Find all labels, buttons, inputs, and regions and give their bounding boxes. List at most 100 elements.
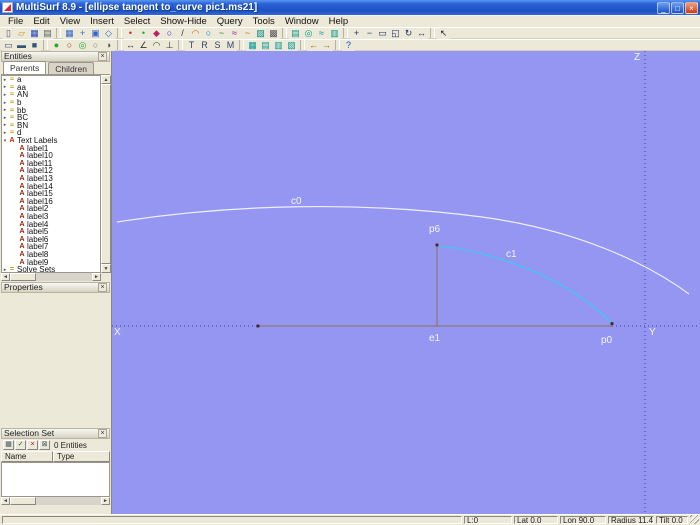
resize-grip[interactable] — [690, 515, 699, 524]
grid-view-icon[interactable]: ▦ — [63, 27, 76, 39]
point-label-p6[interactable]: p6 — [429, 225, 440, 235]
solid-entity-icon[interactable]: ▩ — [267, 27, 280, 39]
measure-distance-icon[interactable]: ↔ — [124, 39, 137, 51]
arc-entity-icon[interactable]: ◠ — [189, 27, 202, 39]
tree-item-text-labels[interactable]: ▾ A Text Labels — [2, 136, 100, 145]
shaded-display-icon[interactable]: ▬ — [15, 39, 28, 51]
curve-c1[interactable] — [436, 245, 613, 324]
tree-item-solve-sets[interactable]: ▸ = Solve Sets — [2, 265, 100, 272]
point-p6[interactable] — [435, 243, 439, 247]
revolution-surface-icon[interactable]: ◎ — [302, 27, 315, 39]
wireframe-display-icon[interactable]: ▭ — [2, 39, 15, 51]
tab-parents[interactable]: Parents — [3, 61, 47, 74]
scroll-down-icon[interactable]: ▼ — [101, 264, 111, 273]
curve-c0[interactable] — [116, 205, 690, 295]
tree-item-label6[interactable]: A label6 — [2, 235, 100, 244]
pan-view-icon[interactable]: ↔ — [415, 27, 428, 39]
menu-file[interactable]: File — [3, 16, 28, 28]
ring-entity-icon[interactable]: ○ — [163, 27, 176, 39]
snake-entity-icon[interactable]: ~ — [241, 27, 254, 39]
scroll-thumb[interactable] — [101, 84, 111, 264]
render-display-icon[interactable]: ■ — [28, 39, 41, 51]
entities-close-icon[interactable] — [98, 52, 107, 61]
menu-edit[interactable]: Edit — [28, 16, 54, 28]
lofted-surface-icon[interactable]: ▥ — [328, 27, 341, 39]
surface-entity-icon[interactable]: ▨ — [254, 27, 267, 39]
scroll-left-icon[interactable]: ◄ — [1, 273, 10, 281]
bcurve-entity-icon[interactable]: ~ — [215, 27, 228, 39]
scale-icon[interactable]: S — [211, 39, 224, 51]
export-icon[interactable]: ▤ — [259, 39, 272, 51]
menu-insert[interactable]: Insert — [85, 16, 119, 28]
tree-item-label16[interactable]: A label16 — [2, 197, 100, 206]
hide-all-icon[interactable]: ○ — [89, 39, 102, 51]
point-p0[interactable] — [610, 322, 614, 325]
magnet-entity-icon[interactable]: ◆ — [150, 27, 163, 39]
menu-view[interactable]: View — [55, 16, 85, 28]
show-all-icon[interactable]: ◎ — [76, 39, 89, 51]
tree-horizontal-scrollbar[interactable]: ◄ ► — [1, 273, 101, 281]
selection-list-icon[interactable]: ▦ — [3, 440, 14, 450]
redo-icon[interactable]: → — [320, 39, 333, 51]
perspective-view-icon[interactable]: ◇ — [102, 27, 115, 39]
menu-help[interactable]: Help — [324, 16, 354, 28]
tree-item-label4[interactable]: A label4 — [2, 220, 100, 229]
select-arrow-icon[interactable]: ↖ — [437, 27, 450, 39]
save-icon[interactable]: ▦ — [28, 27, 41, 39]
scroll-right-icon[interactable]: ► — [92, 273, 101, 281]
translate-icon[interactable]: T — [185, 39, 198, 51]
scroll-right-icon[interactable]: ► — [101, 497, 110, 505]
new-file-icon[interactable]: ▯ — [2, 27, 15, 39]
report-icon[interactable]: ▧ — [285, 39, 298, 51]
mirror-icon[interactable]: M — [224, 39, 237, 51]
rotate-view-icon[interactable]: ↻ — [402, 27, 415, 39]
help-icon[interactable]: ? — [342, 39, 355, 51]
tree-item-label3[interactable]: A label3 — [2, 212, 100, 221]
drawing-canvas[interactable]: c0 p6 c1 e1 p0 X Y Z — [112, 51, 700, 514]
menu-window[interactable]: Window — [280, 16, 324, 28]
measure-angle-icon[interactable]: ∠ — [137, 39, 150, 51]
zoom-out-icon[interactable]: − — [363, 27, 376, 39]
selection-horizontal-scrollbar[interactable]: ◄ ► — [1, 497, 110, 505]
titlebar[interactable]: MultiSurf 8.9 - [ellipse tangent to_curv… — [0, 0, 700, 15]
column-header-type[interactable]: Type — [53, 451, 110, 462]
axes-view-icon[interactable]: + — [76, 27, 89, 39]
zoom-window-icon[interactable]: ▭ — [376, 27, 389, 39]
properties-close-icon[interactable] — [98, 283, 107, 292]
zoom-in-icon[interactable]: + — [350, 27, 363, 39]
point-entity-icon[interactable]: • — [124, 27, 137, 39]
scroll-up-icon[interactable]: ▲ — [101, 75, 111, 84]
menu-query[interactable]: Query — [212, 16, 248, 28]
tree-item-label8[interactable]: A label8 — [2, 250, 100, 259]
circle-entity-icon[interactable]: ○ — [202, 27, 215, 39]
tree-item-label5[interactable]: A label5 — [2, 227, 100, 236]
selection-clear-icon[interactable]: ⊠ — [39, 440, 50, 450]
column-header-name[interactable]: Name — [1, 451, 53, 462]
import-icon[interactable]: ▥ — [272, 39, 285, 51]
zoom-all-icon[interactable]: ◱ — [389, 27, 402, 39]
tree-vertical-scrollbar[interactable]: ▲ ▼ — [101, 75, 111, 273]
menu-show-hide[interactable]: Show-Hide — [155, 16, 211, 28]
undo-icon[interactable]: ← — [307, 39, 320, 51]
scroll-thumb[interactable] — [10, 273, 36, 281]
edge-label-e1[interactable]: e1 — [429, 334, 440, 344]
selection-add-icon[interactable]: ✓ — [15, 440, 26, 450]
menu-select[interactable]: Select — [119, 16, 155, 28]
ortho-view-icon[interactable]: ▣ — [89, 27, 102, 39]
selection-remove-icon[interactable]: × — [27, 440, 38, 450]
bead-entity-icon[interactable]: • — [137, 27, 150, 39]
menu-tools[interactable]: Tools — [248, 16, 280, 28]
minimize-button[interactable]: _ — [657, 1, 670, 14]
selection-close-icon[interactable] — [98, 429, 107, 438]
close-button[interactable]: × — [685, 1, 698, 14]
rotate-icon[interactable]: R — [198, 39, 211, 51]
maximize-button[interactable]: □ — [671, 1, 684, 14]
toggle-visibility-icon[interactable]: ◑ — [102, 39, 115, 51]
point-e1-left[interactable] — [256, 324, 260, 328]
scroll-left-icon[interactable]: ◄ — [1, 497, 10, 505]
print-icon[interactable]: ▤ — [41, 27, 54, 39]
open-file-icon[interactable]: ▱ — [15, 27, 28, 39]
line-entity-icon[interactable]: / — [176, 27, 189, 39]
tab-children[interactable]: Children — [48, 62, 94, 74]
show-entity-icon[interactable]: ● — [50, 39, 63, 51]
